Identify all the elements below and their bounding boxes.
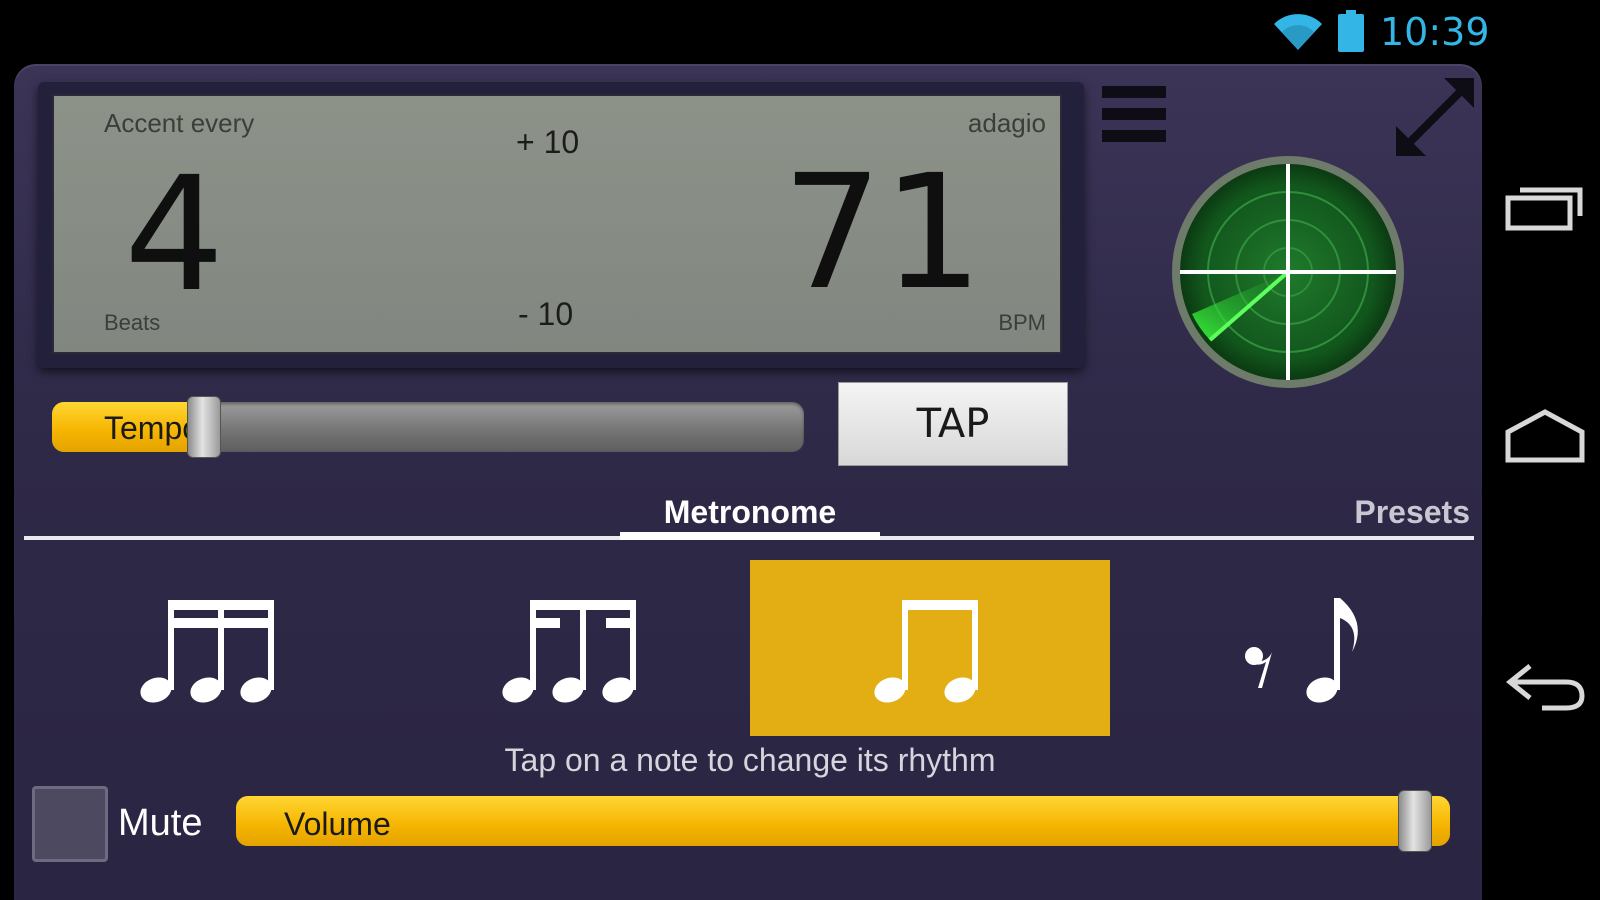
- decrease-tempo-button[interactable]: - 10: [518, 296, 573, 333]
- home-icon[interactable]: [1502, 402, 1588, 472]
- rhythm-option-sixteenth-triplet[interactable]: [26, 560, 386, 736]
- lcd-display: Accent every 4 Beats + 10 - 10 adagio 71…: [52, 94, 1062, 354]
- tab-presets[interactable]: Presets: [1354, 494, 1470, 531]
- volume-slider[interactable]: Volume: [236, 790, 1450, 852]
- rest-eighth-note-icon: [1245, 598, 1358, 703]
- rhythm-hint: Tap on a note to change its rhythm: [504, 742, 996, 778]
- tempo-slider-thumb[interactable]: [187, 396, 222, 458]
- status-bar: 10:39: [0, 0, 1600, 62]
- navigation-bar: [1490, 62, 1600, 900]
- volume-slider-thumb[interactable]: [1398, 790, 1432, 852]
- rhythm-option-rest-eighth[interactable]: [1112, 560, 1472, 736]
- tempo-slider[interactable]: Tempo: [52, 396, 804, 458]
- sixteenth-triplet-notes-icon: [140, 600, 274, 703]
- tempo-name: adagio: [967, 108, 1046, 138]
- bpm-value[interactable]: 71: [782, 154, 983, 312]
- increase-tempo-button[interactable]: + 10: [516, 124, 579, 161]
- tap-button[interactable]: TAP: [838, 382, 1068, 466]
- back-icon[interactable]: [1502, 652, 1588, 722]
- battery-icon: [1338, 10, 1364, 52]
- rhythm-option-eighth-triplet[interactable]: [388, 560, 748, 736]
- menu-icon[interactable]: [1102, 86, 1166, 144]
- beats-value[interactable]: 4: [124, 156, 225, 314]
- beat-radar-indicator: [1172, 156, 1404, 388]
- volume-slider-label: Volume: [284, 806, 391, 842]
- tempo-slider-label: Tempo: [104, 410, 201, 446]
- tab-metronome-indicator: [620, 532, 880, 540]
- eighth-notes-icon: [874, 600, 978, 703]
- rhythm-option-eighth-notes[interactable]: [750, 560, 1110, 736]
- wifi-icon: [1274, 14, 1322, 50]
- recent-apps-icon[interactable]: [1502, 170, 1588, 240]
- mute-label[interactable]: Mute: [118, 802, 202, 845]
- accent-label: Accent every: [104, 108, 255, 138]
- mute-checkbox[interactable]: [32, 786, 108, 862]
- bpm-label: BPM: [998, 310, 1046, 335]
- beats-label: Beats: [104, 310, 161, 335]
- status-time: 10:39: [1380, 10, 1490, 54]
- eighth-triplet-notes-icon: [502, 600, 636, 703]
- tab-metronome[interactable]: Metronome: [620, 494, 880, 531]
- volume-slider-fill: [236, 796, 1450, 846]
- expand-icon[interactable]: [1390, 72, 1480, 162]
